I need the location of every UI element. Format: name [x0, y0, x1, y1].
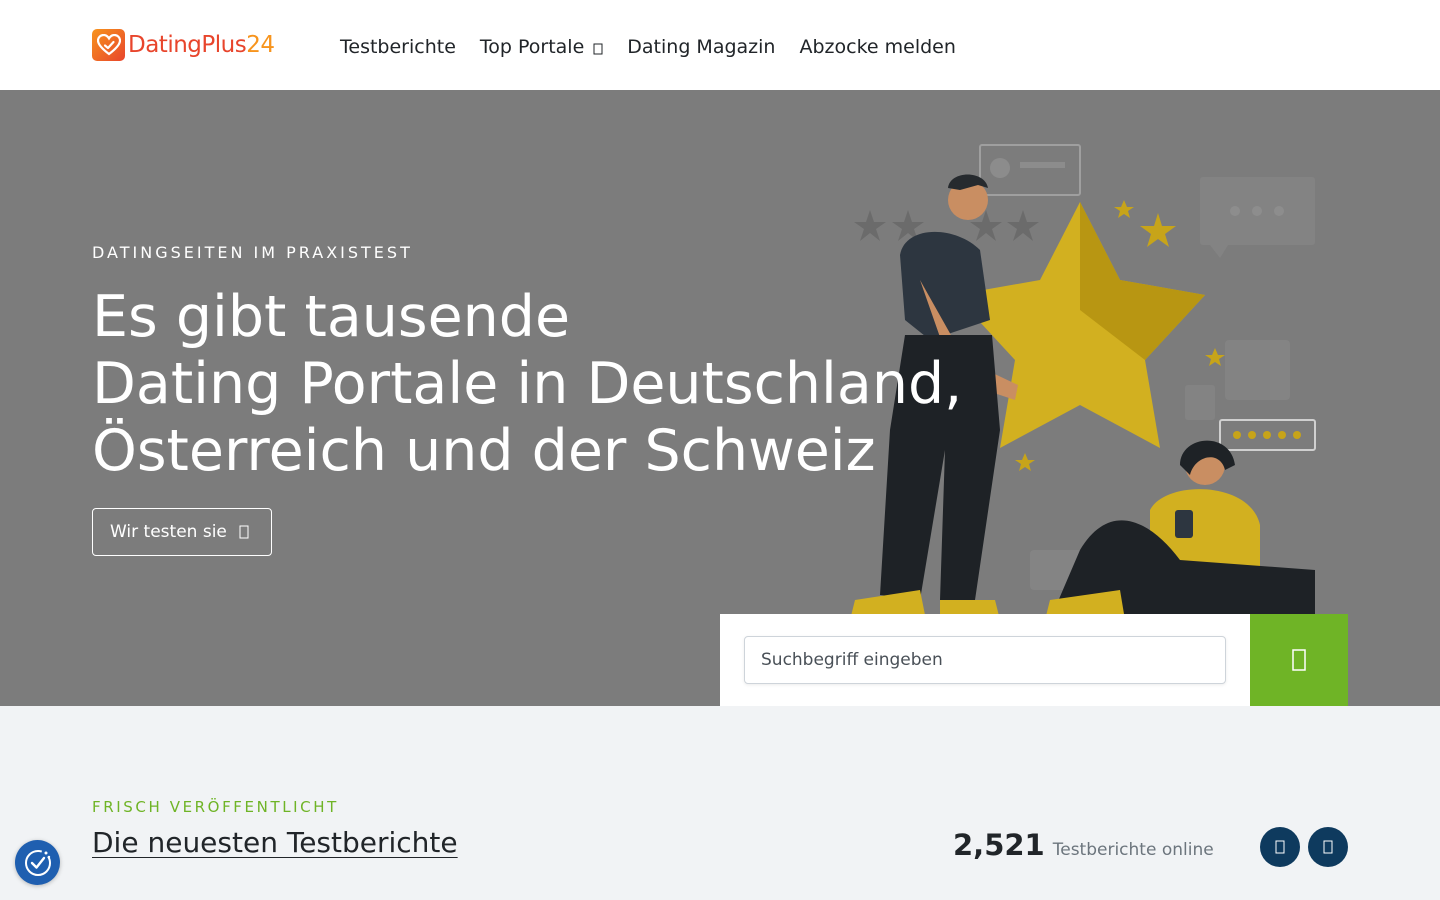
site-logo[interactable]: DatingPlus24 — [92, 29, 275, 61]
site-header: DatingPlus24 Testberichte Top Portale Da… — [0, 0, 1440, 90]
nav-item-label: Dating Magazin — [627, 36, 776, 58]
search-icon — [1292, 649, 1306, 671]
carousel-next-button[interactable] — [1308, 827, 1348, 867]
hero-title-line: Dating Portale in Deutschland, — [92, 351, 963, 417]
logo-text-main: DatingPlus — [128, 32, 247, 58]
nav-item-label: Testberichte — [340, 36, 456, 58]
cta-wir-testen-sie-button[interactable]: Wir testen sie — [92, 508, 272, 556]
search-button[interactable] — [1250, 614, 1348, 706]
main-nav: Testberichte Top Portale Dating Magazin … — [340, 36, 980, 58]
logo-text-number: 24 — [246, 32, 275, 58]
nav-item-testberichte[interactable]: Testberichte — [340, 36, 456, 58]
hero-title-line: Österreich und der Schweiz — [92, 418, 876, 484]
search-panel — [720, 614, 1250, 706]
search-input[interactable] — [744, 636, 1226, 684]
latest-eyebrow: FRISCH VERÖFFENTLICHT — [92, 798, 339, 816]
hero-eyebrow: DATINGSEITEN IM PRAXISTEST — [92, 243, 413, 262]
nav-item-label: Abzocke melden — [799, 36, 956, 58]
review-count: 2,521 Testberichte online — [953, 828, 1214, 862]
arrow-right-icon — [239, 525, 249, 539]
hero-title-line: Es gibt tausende — [92, 284, 571, 350]
heart-logo-icon — [92, 29, 125, 61]
carousel-prev-button[interactable] — [1260, 827, 1300, 867]
arrow-left-icon — [1275, 840, 1285, 854]
latest-section-title-link[interactable]: Die neuesten Testberichte — [92, 826, 458, 859]
nav-item-top-portale[interactable]: Top Portale — [480, 36, 603, 58]
chevron-down-icon — [593, 43, 603, 55]
hero-title: Es gibt tausende Dating Portale in Deuts… — [92, 284, 962, 485]
logo-wordmark: DatingPlus24 — [128, 32, 275, 58]
nav-item-label: Top Portale — [479, 36, 585, 58]
review-count-number: 2,521 — [953, 828, 1045, 862]
review-count-label: Testberichte online — [1052, 840, 1214, 860]
cta-label: Wir testen sie — [110, 522, 227, 542]
cookie-consent-icon — [24, 849, 51, 876]
arrow-right-icon — [1323, 840, 1333, 854]
nav-item-abzocke-melden[interactable]: Abzocke melden — [799, 36, 955, 58]
nav-item-dating-magazin[interactable]: Dating Magazin — [627, 36, 775, 58]
cookie-consent-button[interactable] — [15, 840, 60, 885]
